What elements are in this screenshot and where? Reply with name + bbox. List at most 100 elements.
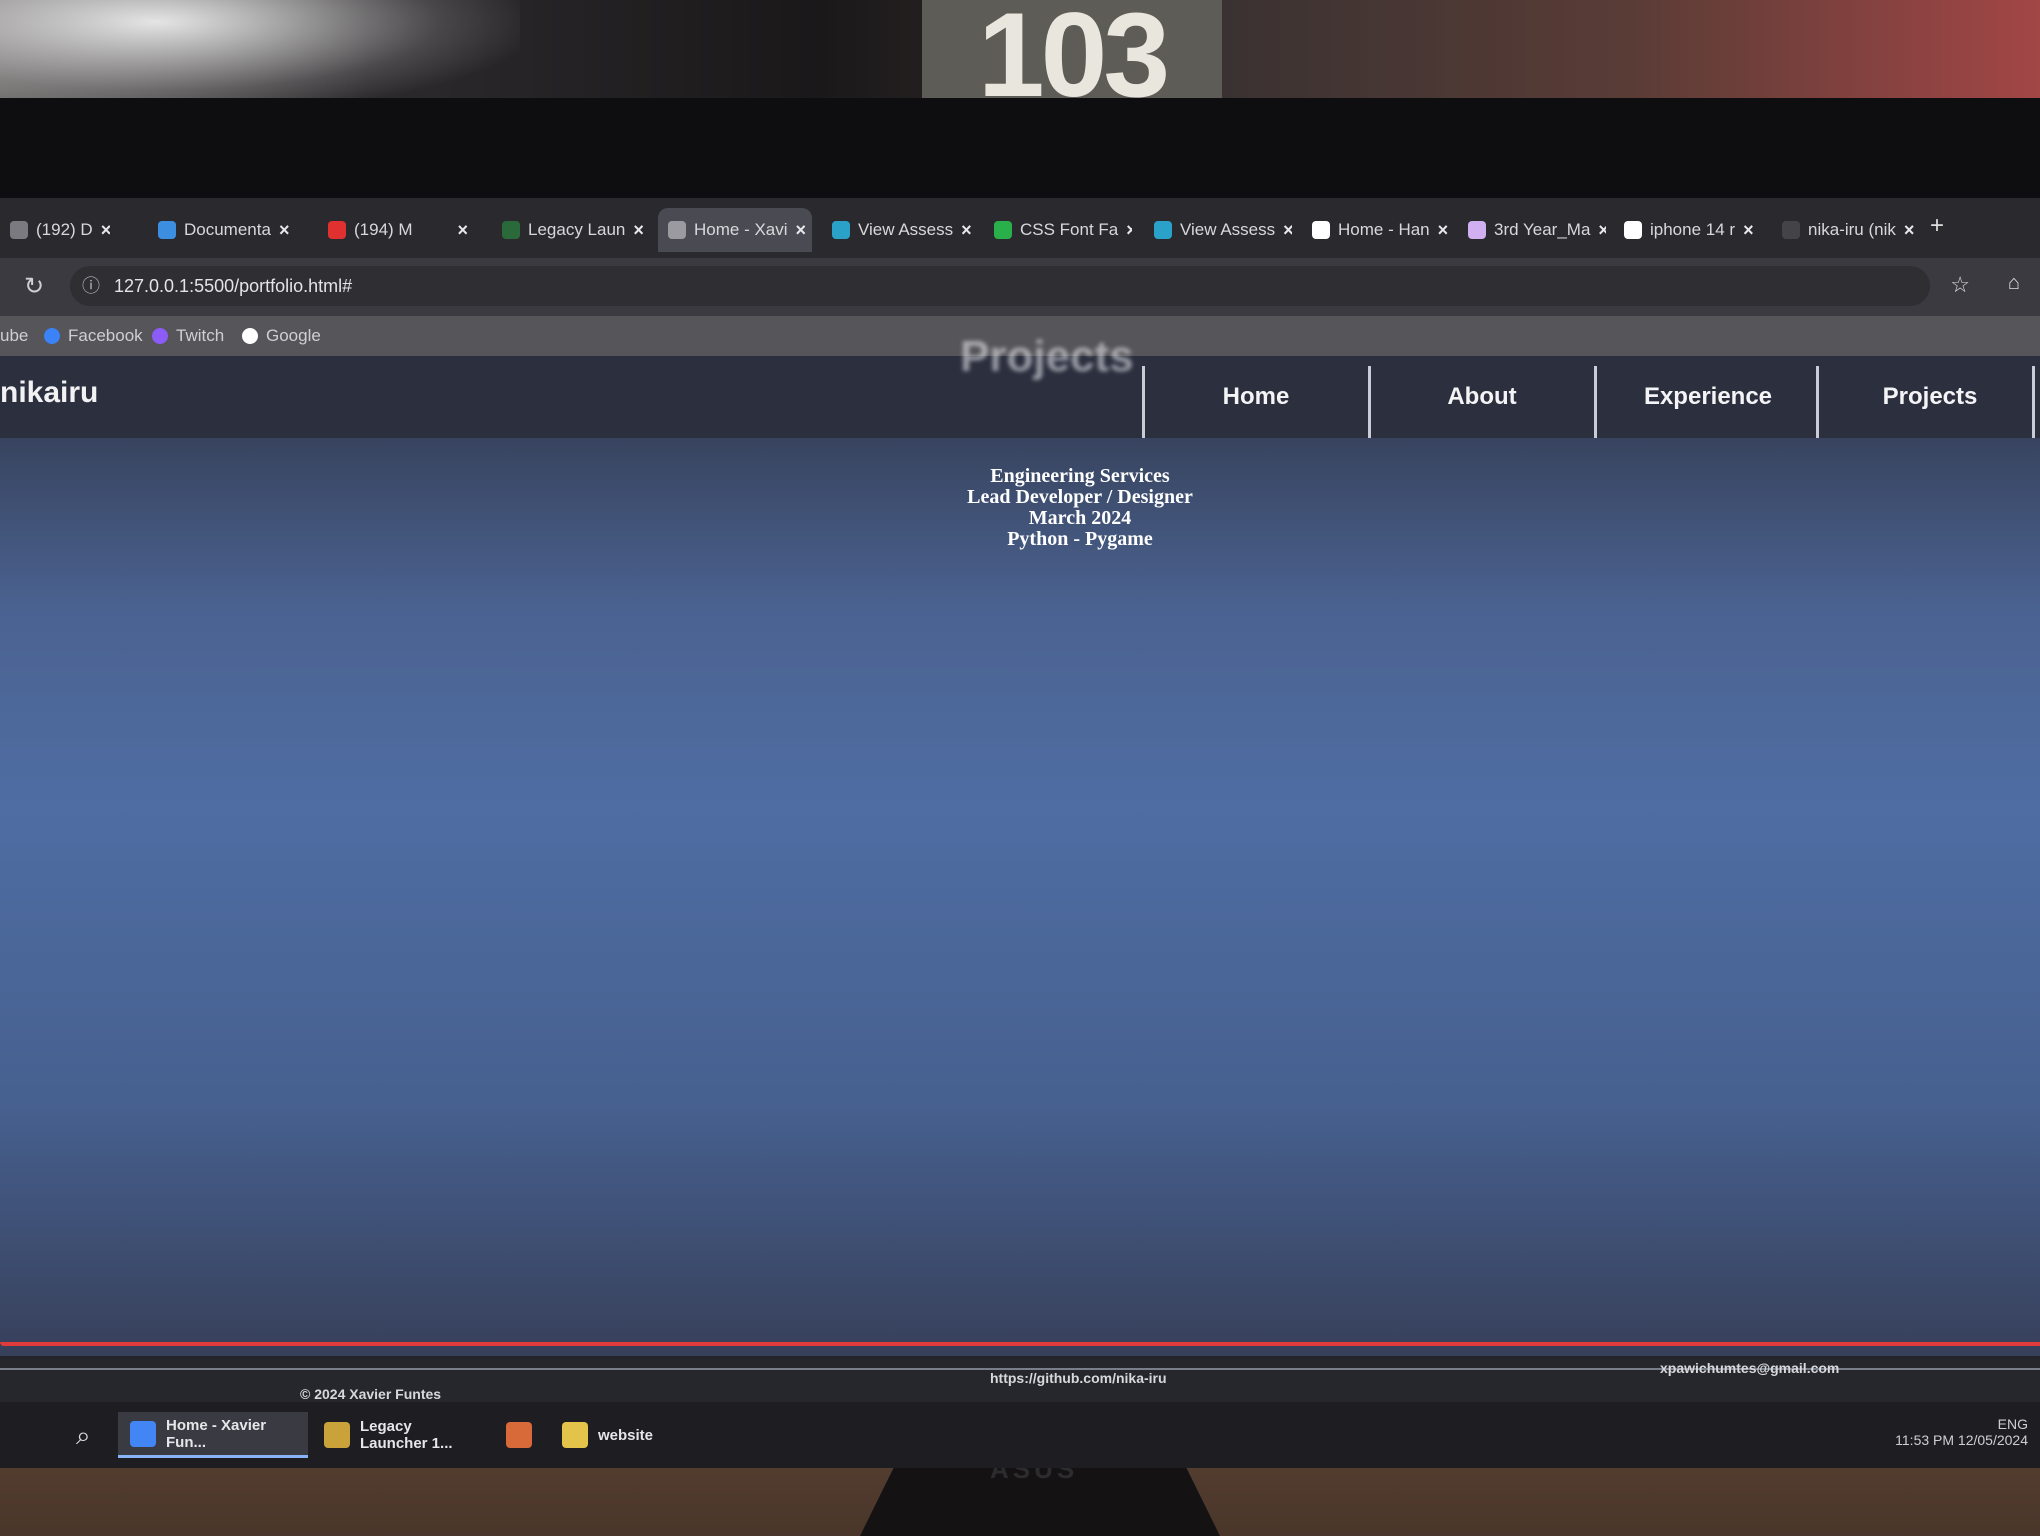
tab-favicon-icon <box>328 221 346 239</box>
nav-about-link[interactable]: About <box>1371 356 1593 438</box>
site-info-icon[interactable]: ⓘ <box>82 266 100 306</box>
tab-favicon-icon <box>832 221 850 239</box>
bookmark-label: Facebook <box>68 326 143 345</box>
tab-label: View Assess <box>1180 220 1276 239</box>
bookmark-facebook[interactable]: Facebook <box>44 316 143 356</box>
tray-language[interactable]: ENG <box>1998 1416 2028 1432</box>
minecraft-launcher-icon <box>324 1422 350 1448</box>
tab-favicon-icon <box>1154 221 1172 239</box>
nav-projects-link[interactable]: Projects <box>1819 356 2040 438</box>
bookmark-label: Google <box>266 326 321 345</box>
tab-favicon-icon <box>1312 221 1330 239</box>
browser-tab[interactable]: (192) D × <box>0 208 110 252</box>
taskbar-folder-window[interactable]: website <box>550 1412 720 1458</box>
tab-close-icon[interactable]: × <box>1598 208 1606 252</box>
browser-toolbar: ↻ ⓘ 127.0.0.1:5500/portfolio.html# ☆ ⌂ <box>0 258 2040 316</box>
taskbar-item-label: Home - Xavier Fun... <box>166 1416 267 1451</box>
monitor: ASUS (192) D × Documenta × (194) M × Leg… <box>0 98 2040 1484</box>
winrar-icon <box>506 1422 532 1448</box>
tab-label: nika-iru (nik <box>1808 220 1896 239</box>
tab-favicon-icon <box>502 221 520 239</box>
project-tech: Python - Pygame <box>1007 528 1153 550</box>
tab-favicon-icon <box>668 221 686 239</box>
reload-icon[interactable]: ↻ <box>24 272 44 301</box>
browser-tab[interactable]: (194) M × <box>318 208 478 252</box>
project-date: March 2024 <box>1028 507 1132 529</box>
nav-home-link[interactable]: Home <box>1145 356 1367 438</box>
section-accent-border <box>0 1342 2040 1346</box>
project-card: Engineering Services Lead Developer / De… <box>900 466 1260 550</box>
bookmark-label: ube <box>0 326 29 345</box>
tray-date[interactable]: 12/05/2024 <box>1958 1432 2028 1448</box>
bookmark-star-icon[interactable]: ☆ <box>1950 272 1970 298</box>
address-bar[interactable]: ⓘ 127.0.0.1:5500/portfolio.html# <box>70 266 1930 306</box>
taskbar-item-label: website <box>598 1426 654 1444</box>
tab-favicon-icon <box>1782 221 1800 239</box>
taskbar-app[interactable] <box>494 1412 544 1458</box>
tab-close-icon[interactable]: × <box>1283 208 1292 252</box>
tab-close-icon[interactable]: × <box>101 208 110 252</box>
tab-favicon-icon <box>158 221 176 239</box>
project-company: Engineering Services <box>990 465 1170 487</box>
wall-poster: 103 <box>922 0 1222 100</box>
browser-tab[interactable]: View Assess × <box>822 208 976 252</box>
browser-tab[interactable]: Home - Han × <box>1302 208 1450 252</box>
nav-experience-link[interactable]: Experience <box>1597 356 1819 438</box>
footer-email-link[interactable]: xpawichumtes@gmail.com <box>1660 1360 1839 1376</box>
nav-divider <box>2032 366 2035 438</box>
bookmark-google[interactable]: Google <box>242 316 321 356</box>
section-title-ghost: Projects <box>960 332 1134 381</box>
taskbar-chrome-window[interactable]: Home - Xavier Fun... <box>118 1412 308 1458</box>
new-tab-button[interactable]: + <box>1930 212 1944 240</box>
site-navbar: nikairu Projects Home About Experience P… <box>0 332 2040 438</box>
tab-close-icon[interactable]: × <box>1438 208 1449 252</box>
extensions-icon[interactable]: ⌂ <box>2008 272 2020 295</box>
browser-tab[interactable]: nika-iru (nik × <box>1772 208 1920 252</box>
tray-time[interactable]: 11:53 PM <box>1895 1432 1954 1448</box>
bookmark-label: Twitch <box>176 326 225 345</box>
bookmark-youtube[interactable]: ube <box>0 316 28 356</box>
tab-label: View Assess <box>858 220 954 239</box>
light-glare <box>0 0 520 110</box>
tab-favicon-icon <box>1468 221 1486 239</box>
system-tray[interactable]: ENG 11:53 PM 12/05/2024 <box>1895 1416 2028 1448</box>
tab-label: (194) M <box>354 220 413 239</box>
tab-favicon-icon <box>994 221 1012 239</box>
tab-favicon-icon <box>10 221 28 239</box>
tab-close-icon[interactable]: × <box>796 208 807 252</box>
browser-tab[interactable]: CSS Font Fa × <box>984 208 1132 252</box>
project-role: Lead Developer / Designer <box>967 486 1193 508</box>
browser-tab-active[interactable]: Home - Xavi × <box>658 208 812 252</box>
search-icon[interactable]: ⌕ <box>76 1420 91 1452</box>
url-text: 127.0.0.1:5500/portfolio.html# <box>114 276 353 296</box>
browser-tab[interactable]: iphone 14 r × <box>1614 208 1762 252</box>
google-icon <box>242 328 258 344</box>
tab-label: (192) D <box>36 220 93 239</box>
tab-close-icon[interactable]: × <box>279 208 290 252</box>
bookmark-twitch[interactable]: Twitch <box>152 316 224 356</box>
tab-close-icon[interactable]: × <box>1126 208 1132 252</box>
tab-favicon-icon <box>1624 221 1642 239</box>
tab-label: Home - Han <box>1338 220 1430 239</box>
tab-close-icon[interactable]: × <box>633 208 644 252</box>
taskbar-launcher-window[interactable]: Legacy Launcher 1... <box>312 1412 488 1458</box>
browser-tab[interactable]: Legacy Laun × <box>492 208 646 252</box>
tab-close-icon[interactable]: × <box>961 208 972 252</box>
tab-close-icon[interactable]: × <box>457 208 468 252</box>
tab-label: Documenta <box>184 220 271 239</box>
tab-close-icon[interactable]: × <box>1904 208 1915 252</box>
tab-label: CSS Font Fa <box>1020 220 1119 239</box>
site-logo[interactable]: nikairu <box>0 376 98 410</box>
twitch-icon <box>152 328 168 344</box>
browser-tab[interactable]: 3rd Year_Ma × <box>1458 208 1606 252</box>
site-footer: © 2024 Xavier Funtes https://github.com/… <box>0 1358 2040 1402</box>
browser-tab[interactable]: Documenta × <box>148 208 298 252</box>
tab-label: Legacy Laun <box>528 220 626 239</box>
tab-close-icon[interactable]: × <box>1743 208 1754 252</box>
footer-github-link[interactable]: https://github.com/nika-iru <box>990 1370 1167 1386</box>
facebook-icon <box>44 328 60 344</box>
footer-copyright: © 2024 Xavier Funtes <box>300 1386 442 1402</box>
browser-tab[interactable]: View Assess × <box>1144 208 1292 252</box>
taskbar-item-label: Legacy Launcher 1... <box>360 1418 453 1452</box>
browser-tabstrip: (192) D × Documenta × (194) M × Legacy L… <box>0 198 2040 258</box>
